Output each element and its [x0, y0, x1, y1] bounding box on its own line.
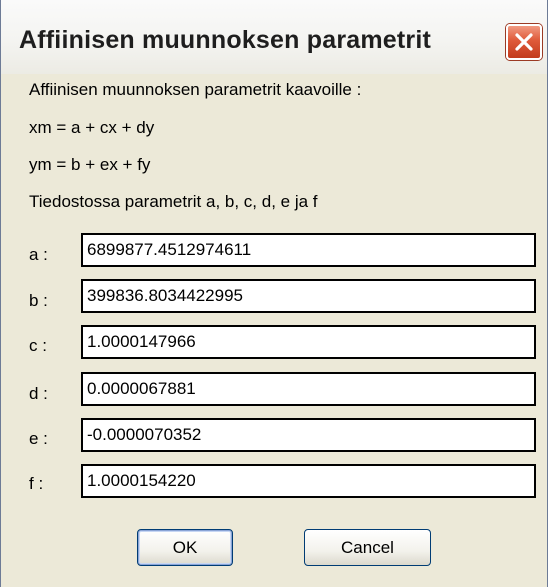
- label-d: d :: [29, 384, 48, 403]
- formula-x: xm = a + cx + dy: [29, 118, 155, 137]
- window-title: Affiinisen muunnoksen parametrit: [19, 26, 432, 54]
- input-a[interactable]: [81, 233, 536, 267]
- formula-y: ym = b + ex + fy: [29, 155, 151, 174]
- close-button[interactable]: [506, 24, 542, 60]
- input-f[interactable]: [81, 464, 536, 498]
- label-a: a :: [29, 245, 48, 264]
- input-c[interactable]: [81, 325, 536, 359]
- input-e[interactable]: [81, 418, 536, 452]
- ok-button[interactable]: OK: [137, 529, 233, 566]
- close-icon: [515, 33, 533, 51]
- label-c: c :: [29, 336, 47, 355]
- file-note: Tiedostossa parametrit a, b, c, d, e ja …: [29, 192, 318, 211]
- label-b: b :: [29, 291, 48, 310]
- label-e: e :: [29, 429, 48, 448]
- label-f: f :: [29, 474, 44, 493]
- intro-text: Affiinisen muunnoksen parametrit kaavoil…: [29, 80, 362, 99]
- input-b[interactable]: [81, 279, 536, 313]
- input-d[interactable]: [81, 372, 536, 406]
- dialog-window: Affiinisen muunnoksen parametrit Affiini…: [0, 0, 548, 587]
- cancel-button[interactable]: Cancel: [304, 529, 431, 566]
- title-bar[interactable]: Affiinisen muunnoksen parametrit: [1, 0, 547, 74]
